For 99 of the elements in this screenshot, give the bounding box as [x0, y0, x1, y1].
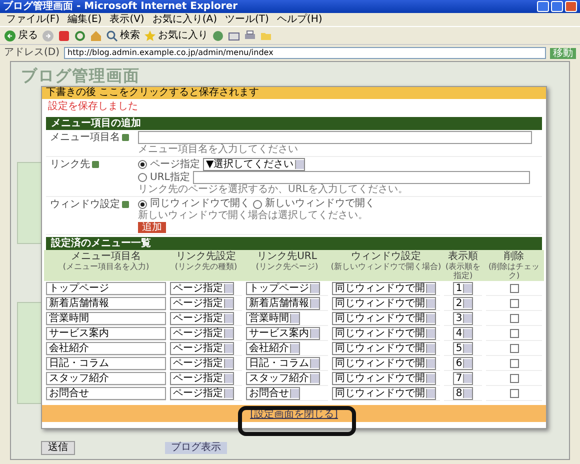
column-header: ウィンドウ設定 (新しいウィンドウで開く場合)	[330, 250, 442, 281]
link-type-select[interactable]: ページ指定	[170, 326, 234, 340]
window-select[interactable]: 同じウィンドウで開	[332, 386, 436, 400]
menu-item[interactable]: ツール(T)	[225, 14, 269, 26]
favorites-button[interactable]: お気に入り	[144, 30, 208, 42]
menu-item[interactable]: お気に入り(A)	[152, 14, 217, 26]
window-select[interactable]: 同じウィンドウで開	[332, 356, 436, 370]
notice-bar: 下書きの後 ここをクリックすると保存されます	[42, 87, 546, 99]
hint-text: リンク先のページを選択するか、URLを入力してください。	[138, 184, 408, 195]
link-target-select[interactable]: お問合せ	[246, 386, 300, 400]
window-select[interactable]: 同じウィンドウで開	[332, 282, 436, 294]
link-target-select[interactable]: 日記・コラム	[246, 356, 320, 370]
delete-checkbox[interactable]	[510, 298, 518, 308]
menu-name-field[interactable]: 会社紹介	[46, 342, 166, 354]
blog-view-link[interactable]: ブログ表示	[165, 442, 227, 454]
link-target-select[interactable]: 会社紹介	[246, 342, 300, 354]
window-select[interactable]: 同じウィンドウで開	[332, 372, 436, 384]
address-label: アドレス(D)	[4, 47, 60, 59]
column-header: リンク先設定 (リンク先の種類)	[168, 250, 244, 281]
window-select[interactable]: 同じウィンドウで開	[332, 342, 436, 354]
menu-name-field[interactable]: お問合せ	[46, 386, 166, 400]
window-select[interactable]: 同じウィンドウで開	[332, 326, 436, 340]
link-type-select[interactable]: ページ指定	[170, 312, 234, 324]
menu-name-field[interactable]: サービス案内	[46, 326, 166, 340]
order-select[interactable]: 8	[452, 386, 474, 400]
column-header: メニュー項目名 (メニュー項目名を入力)	[44, 250, 168, 281]
search-icon	[106, 30, 118, 42]
order-select[interactable]: 3	[452, 312, 474, 324]
menu-name-field[interactable]: 営業時間	[46, 312, 166, 324]
window-select[interactable]: 同じウィンドウで開	[332, 296, 436, 310]
link-type-select[interactable]: ページ指定	[170, 342, 234, 354]
delete-checkbox[interactable]	[510, 388, 518, 398]
url-field[interactable]	[192, 171, 530, 184]
order-select[interactable]: 4	[452, 326, 474, 340]
hint-text: 新しいウィンドウで開く場合は選択してください。	[138, 210, 368, 221]
link-type-select[interactable]: ページ指定	[170, 296, 234, 310]
delete-checkbox[interactable]	[510, 344, 518, 352]
column-header: リンク先URL (リンク先ページ)	[244, 250, 330, 281]
menu-name-field[interactable]: 新着店舗情報	[46, 296, 166, 310]
star-icon	[144, 30, 156, 42]
link-type-select[interactable]: ページ指定	[170, 386, 234, 400]
menu-item[interactable]: ファイル(F)	[6, 14, 60, 26]
link-type-select[interactable]: ページ指定	[170, 372, 234, 384]
column-header: 削除 (削除はチェック)	[484, 250, 544, 281]
radio-label: 新しいウィンドウで開く	[265, 198, 375, 210]
menu-name-field[interactable]: 日記・コラム	[46, 356, 166, 370]
order-select[interactable]: 7	[452, 372, 474, 384]
window-select[interactable]: 同じウィンドウで開	[332, 312, 436, 324]
menu-name-field[interactable]: スタッフ紹介	[46, 372, 166, 384]
stop-icon[interactable]	[58, 30, 70, 42]
order-select[interactable]: 1	[452, 282, 474, 294]
page-select[interactable]: ▼選択してください	[203, 158, 305, 171]
radio-button[interactable]	[138, 160, 147, 169]
field-label: ウィンドウ設定	[50, 199, 120, 211]
status-message: 設定を保存しました	[47, 100, 139, 114]
order-select[interactable]: 2	[452, 296, 474, 310]
radio-button[interactable]	[138, 200, 147, 208]
radio-button[interactable]	[138, 173, 147, 182]
radio-label: 同じウィンドウで開く	[150, 198, 250, 210]
link-target-select[interactable]: 営業時間	[246, 312, 300, 324]
radio-label: URL指定	[150, 172, 190, 184]
link-target-select[interactable]: 新着店舗情報	[246, 296, 320, 310]
section-header: メニュー項目の追加	[46, 117, 542, 130]
column-header: 表示順 (表示順を指定)	[442, 250, 484, 281]
section-header: 設定済のメニュー一覧	[46, 237, 542, 250]
delete-checkbox[interactable]	[510, 314, 518, 322]
delete-checkbox[interactable]	[510, 374, 518, 382]
order-select[interactable]: 6	[452, 356, 474, 370]
back-button[interactable]: 戻る	[4, 30, 38, 42]
print-icon[interactable]	[244, 30, 256, 42]
close-button[interactable]	[565, 1, 577, 12]
field-label: メニュー項目名	[50, 132, 120, 144]
minimize-button[interactable]	[537, 1, 549, 12]
maximize-button[interactable]	[551, 1, 563, 12]
delete-checkbox[interactable]	[510, 284, 518, 292]
menu-item[interactable]: 編集(E)	[68, 14, 102, 26]
page-heading: ブログ管理画面	[20, 65, 141, 86]
link-type-select[interactable]: ページ指定	[170, 282, 234, 294]
delete-checkbox[interactable]	[510, 358, 518, 368]
add-button[interactable]: 追加	[138, 222, 166, 233]
radio-button[interactable]	[253, 200, 262, 208]
delete-checkbox[interactable]	[510, 328, 518, 338]
send-button[interactable]: 送信	[41, 441, 75, 455]
menu-item[interactable]: 表示(V)	[110, 14, 144, 26]
link-target-select[interactable]: サービス案内	[246, 326, 320, 340]
search-button[interactable]: 検索	[106, 30, 140, 42]
refresh-icon[interactable]	[74, 30, 86, 42]
order-select[interactable]: 5	[452, 342, 474, 354]
menu-name-field[interactable]: トップページ	[46, 282, 166, 294]
link-type-select[interactable]: ページ指定	[170, 356, 234, 370]
link-target-select[interactable]: スタッフ紹介	[246, 372, 320, 384]
window-title: ブログ管理画面 - Microsoft Internet Explorer	[3, 0, 238, 12]
menu-item[interactable]: ヘルプ(H)	[276, 14, 322, 26]
radio-label: ページ指定	[150, 158, 200, 170]
hint-text: メニュー項目名を入力してください	[138, 144, 298, 155]
field-label: リンク先	[50, 159, 90, 171]
address-field[interactable]: http://blog.admin.example.co.jp/admin/menu/index	[64, 47, 546, 59]
link-target-select[interactable]: トップページ	[246, 282, 320, 294]
menu-name-field[interactable]	[138, 131, 532, 144]
